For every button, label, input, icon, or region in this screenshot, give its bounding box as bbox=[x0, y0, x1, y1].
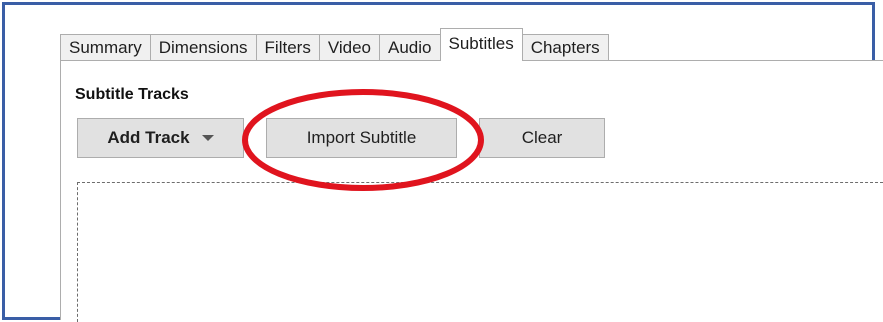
tab-subtitles[interactable]: Subtitles bbox=[439, 28, 523, 61]
import-subtitle-button[interactable]: Import Subtitle bbox=[266, 118, 457, 158]
subtitle-track-list[interactable] bbox=[77, 182, 883, 322]
tab-audio[interactable]: Audio bbox=[379, 34, 440, 61]
tab-video[interactable]: Video bbox=[318, 34, 380, 61]
tab-filters[interactable]: Filters bbox=[255, 34, 319, 61]
tab-chapters[interactable]: Chapters bbox=[522, 34, 609, 61]
import-subtitle-label: Import Subtitle bbox=[306, 128, 417, 147]
add-track-label: Add Track bbox=[107, 128, 190, 147]
clear-button[interactable]: Clear bbox=[479, 118, 605, 158]
tab-strip: Summary Dimensions Filters Video Audio S… bbox=[60, 28, 609, 61]
tab-summary[interactable]: Summary bbox=[60, 34, 150, 61]
section-title: Subtitle Tracks bbox=[75, 86, 189, 103]
chevron-down-icon[interactable] bbox=[201, 135, 214, 141]
tab-dimensions[interactable]: Dimensions bbox=[149, 34, 256, 61]
clear-label: Clear bbox=[521, 128, 563, 147]
add-track-button[interactable]: Add Track bbox=[77, 118, 244, 158]
